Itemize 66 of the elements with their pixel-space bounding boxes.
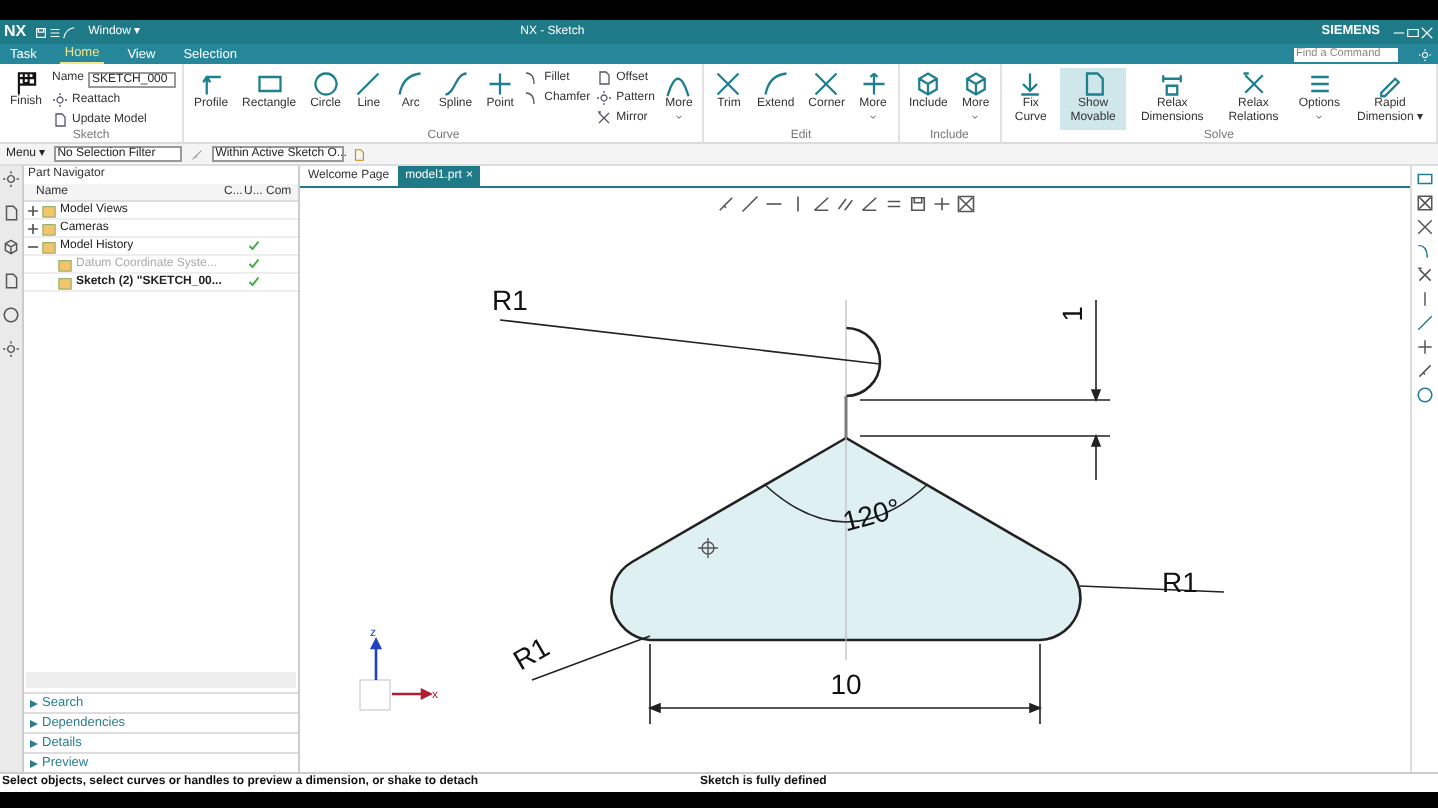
expand-arrow-icon bbox=[30, 739, 38, 747]
scrollbar[interactable] bbox=[26, 672, 296, 688]
document-icon[interactable] bbox=[351, 147, 366, 161]
origin-box bbox=[359, 679, 391, 711]
rectangle-icon bbox=[255, 70, 284, 98]
list-icon[interactable] bbox=[48, 25, 63, 39]
cross-icon bbox=[812, 70, 841, 98]
arc-icon bbox=[761, 70, 790, 98]
perpendicular-icon[interactable] bbox=[932, 194, 952, 214]
caret-icon bbox=[868, 112, 879, 122]
cross-box-icon[interactable] bbox=[1416, 194, 1434, 212]
slash-icon[interactable] bbox=[716, 194, 736, 214]
cross-icon[interactable] bbox=[1416, 218, 1434, 236]
gear-icon[interactable] bbox=[2, 170, 20, 188]
caret-icon bbox=[1314, 112, 1325, 122]
document-icon bbox=[52, 112, 69, 128]
dimension-icon bbox=[1158, 70, 1187, 98]
expand-icon[interactable] bbox=[28, 205, 38, 215]
expand-icon[interactable] bbox=[28, 223, 38, 233]
parallel-lines-icon[interactable] bbox=[836, 194, 856, 214]
expand-arrow-icon bbox=[30, 759, 38, 767]
collapse-icon[interactable] bbox=[28, 241, 38, 251]
cube-icon[interactable] bbox=[2, 238, 20, 256]
expand-arrow-icon bbox=[30, 699, 38, 707]
z-axis-arrow bbox=[369, 638, 382, 682]
spline-icon bbox=[441, 70, 470, 98]
expand-arrow-icon bbox=[30, 719, 38, 727]
corner-arc-icon[interactable] bbox=[1416, 242, 1434, 260]
gear-icon bbox=[596, 90, 613, 106]
document-icon[interactable] bbox=[2, 204, 20, 222]
center-mark-icon bbox=[697, 537, 719, 559]
line-icon bbox=[354, 70, 383, 98]
move-arrows-icon bbox=[859, 70, 888, 98]
caret-icon bbox=[673, 112, 684, 122]
document-icon bbox=[596, 70, 613, 86]
angle-icon[interactable] bbox=[860, 194, 880, 214]
caret-icon bbox=[970, 112, 981, 122]
gear-icon bbox=[52, 92, 69, 108]
slash-icon[interactable] bbox=[1416, 362, 1434, 380]
app-logo: NX bbox=[4, 20, 27, 44]
cube-icon bbox=[914, 70, 943, 98]
angle-icon[interactable] bbox=[812, 194, 832, 214]
floppy-icon[interactable] bbox=[908, 194, 928, 214]
rectangle-icon[interactable] bbox=[1416, 170, 1434, 188]
arc-icon bbox=[396, 70, 425, 98]
list-icon bbox=[1305, 70, 1334, 98]
dimension-label[interactable]: R1 bbox=[507, 630, 555, 677]
document-icon[interactable] bbox=[2, 272, 20, 290]
down-arrow-icon bbox=[1016, 70, 1045, 98]
cube-icon bbox=[961, 70, 990, 98]
cross-icon bbox=[714, 70, 743, 98]
dimension-label[interactable]: 120° bbox=[839, 491, 904, 538]
polyline-icon bbox=[197, 70, 226, 98]
dimension-label[interactable]: 1 bbox=[1056, 306, 1088, 322]
dimension-label[interactable]: R1 bbox=[1162, 566, 1198, 598]
x-axis-arrow bbox=[390, 687, 432, 700]
dimension-label[interactable]: 10 bbox=[830, 668, 862, 700]
arc-icon[interactable] bbox=[62, 25, 77, 39]
plus-icon bbox=[486, 70, 515, 98]
line-icon[interactable] bbox=[1416, 314, 1434, 332]
checkered-flag-icon bbox=[13, 70, 39, 96]
dimension-label[interactable]: R1 bbox=[492, 284, 528, 316]
line-icon[interactable] bbox=[740, 194, 760, 214]
cross-box-icon[interactable] bbox=[956, 194, 976, 214]
plus-icon[interactable] bbox=[1416, 338, 1434, 356]
gear-icon[interactable] bbox=[2, 340, 20, 358]
